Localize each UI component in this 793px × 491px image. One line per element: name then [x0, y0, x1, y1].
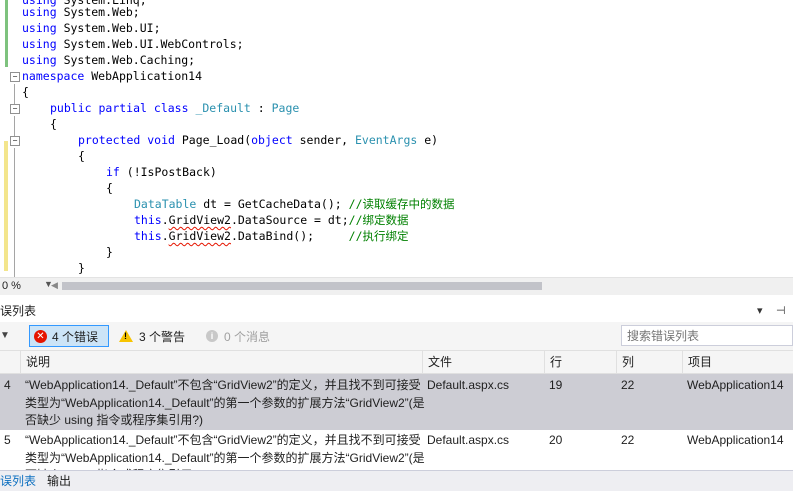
messages-filter-label: 0 个消息	[224, 329, 271, 344]
error-list-header: 说明 文件 行 列 项目	[0, 350, 793, 374]
dropdown-menu-icon[interactable]: ▾	[757, 302, 763, 320]
error-number: 4	[4, 378, 11, 392]
column-header-project[interactable]: 项目	[682, 351, 793, 373]
code-text: System.Web.Caching;	[63, 53, 196, 67]
code-line: {	[78, 149, 85, 163]
code-line: using System.Web.UI;	[22, 21, 161, 35]
error-row[interactable]: 4 “WebApplication14._Default”不包含“GridVie…	[0, 374, 793, 430]
code-comment: //执行绑定	[348, 229, 409, 243]
collapse-icon[interactable]: −	[10, 72, 20, 82]
scope-dropdown-arrow-icon[interactable]: ▼	[0, 330, 10, 341]
panel-title: 误列表	[0, 304, 37, 318]
error-project: WebApplication14	[687, 378, 784, 392]
scrollbar-thumb[interactable]	[62, 282, 542, 290]
error-description: “WebApplication14._Default”不包含“GridView2…	[25, 433, 425, 470]
column-header-description[interactable]: 说明	[20, 351, 422, 373]
code-line: protected void Page_Load(object sender, …	[78, 133, 439, 147]
code-editor[interactable]: − − − using System.Linq; using System.We…	[0, 0, 793, 277]
change-indicator	[4, 141, 8, 271]
error-file: Default.aspx.cs	[427, 433, 510, 447]
editor-horizontal-scrollbar[interactable]: 0 % ▼ ◀	[0, 277, 793, 295]
messages-filter-button[interactable]: i 0 个消息	[202, 325, 282, 347]
code-line: using System.Web.UI.WebControls;	[22, 37, 244, 51]
code-line: {	[22, 85, 29, 99]
code-text: System.Web.UI;	[63, 21, 161, 35]
error-line: 19	[549, 378, 563, 392]
errors-filter-button[interactable]: ✕ 4 个错误	[29, 325, 109, 347]
code-text: System.Web;	[63, 5, 140, 19]
bottom-tab-strip: 误列表 输出	[0, 470, 793, 491]
pin-icon[interactable]: ⊣	[776, 302, 786, 320]
code-text: System.Web.UI.WebControls;	[63, 37, 244, 51]
search-error-list-input[interactable]	[621, 325, 793, 346]
warnings-filter-label: 3 个警告	[139, 329, 186, 344]
error-list-panel-header: 误列表 ▾ ⊣	[0, 302, 793, 320]
error-icon: ✕	[34, 329, 47, 343]
error-project: WebApplication14	[687, 433, 784, 447]
saved-change-indicator	[5, 0, 8, 67]
error-number: 5	[4, 433, 11, 447]
warning-icon: !	[119, 330, 133, 342]
code-line: using System.Web;	[22, 5, 140, 19]
errors-filter-label: 4 个错误	[52, 329, 99, 344]
info-icon: i	[206, 330, 218, 342]
error-column: 22	[621, 433, 635, 447]
code-comment: //读取缓存中的数据	[348, 197, 455, 211]
outline-guide	[14, 148, 15, 277]
column-header-column[interactable]: 列	[616, 351, 682, 373]
error-line: 20	[549, 433, 563, 447]
error-list-toolbar: ▼ ✕ 4 个错误 ! 3 个警告 i 0 个消息	[0, 322, 793, 350]
code-line: namespace WebApplication14	[22, 69, 203, 83]
code-line: }	[106, 245, 113, 259]
code-line: DataTable dt = GetCacheData(); //读取缓存中的数…	[134, 197, 455, 211]
scroll-left-icon[interactable]: ◀	[51, 280, 58, 291]
collapse-icon[interactable]: −	[10, 104, 20, 114]
zoom-level-select[interactable]: 0 %	[0, 279, 44, 293]
collapse-icon[interactable]: −	[10, 136, 20, 146]
code-line: {	[50, 117, 57, 131]
tab-output[interactable]: 输出	[47, 473, 71, 489]
code-line: if (!IsPostBack)	[106, 165, 217, 179]
warnings-filter-button[interactable]: ! 3 个警告	[115, 325, 195, 347]
code-line: this.GridView2.DataBind(); //执行绑定	[134, 229, 409, 243]
code-line: this.GridView2.DataSource = dt;//绑定数据	[134, 213, 409, 227]
error-file: Default.aspx.cs	[427, 378, 510, 392]
column-header-line[interactable]: 行	[544, 351, 616, 373]
code-line: public partial class _Default : Page	[50, 101, 300, 115]
error-column: 22	[621, 378, 635, 392]
column-header-number[interactable]	[0, 351, 20, 373]
column-header-file[interactable]: 文件	[422, 351, 544, 373]
code-line: {	[106, 181, 113, 195]
error-description: “WebApplication14._Default”不包含“GridView2…	[25, 378, 425, 427]
code-comment: //绑定数据	[348, 213, 409, 227]
code-text: WebApplication14	[91, 69, 203, 83]
code-line: using System.Web.Caching;	[22, 53, 196, 67]
error-row[interactable]: 5 “WebApplication14._Default”不包含“GridVie…	[0, 430, 793, 470]
code-line: }	[78, 261, 85, 275]
tab-error-list[interactable]: 误列表	[0, 473, 36, 489]
